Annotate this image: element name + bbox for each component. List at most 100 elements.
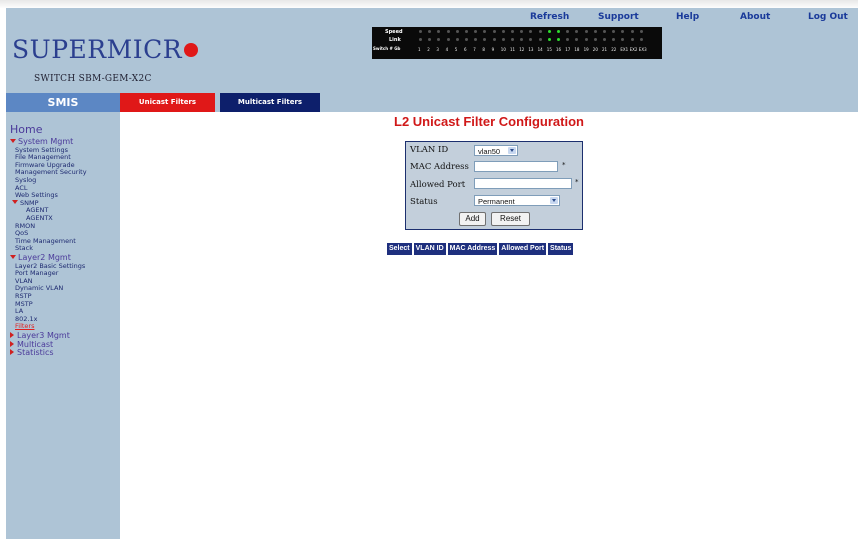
link-led-21 <box>603 38 606 41</box>
link-led-1 <box>419 38 422 41</box>
port-led-panel: Speed Link Switch # Gb 1 2 3 4 5 6 7 8 9 10 11 12 13… <box>372 27 662 59</box>
port-number-label: 21 <box>602 47 608 52</box>
column-header-allowed-port: Allowed Port <box>498 242 548 256</box>
speed-led-18 <box>575 30 579 33</box>
link-led-22 <box>612 38 616 41</box>
tab-unicast-filters[interactable]: Unicast Filters <box>120 93 215 112</box>
speed-led-4 <box>446 30 450 33</box>
link-led-19 <box>584 38 588 41</box>
expand-arrow-icon <box>12 199 18 204</box>
speed-led-6 <box>465 30 468 33</box>
mac-required-mark: * <box>562 161 566 169</box>
speed-led-25 <box>639 30 643 33</box>
link-led-25 <box>639 38 643 41</box>
nav-support[interactable]: Support <box>598 12 639 22</box>
port-required-mark: * <box>575 178 579 186</box>
port-number-label: 22 <box>611 47 617 52</box>
speed-led-5 <box>455 30 459 33</box>
port-number-label: 17 <box>565 47 571 52</box>
link-led-15 <box>547 38 551 41</box>
column-header-vlan-id: VLAN ID <box>412 242 447 256</box>
port-number-label: 10 <box>500 47 506 52</box>
speed-led-20 <box>593 30 597 33</box>
link-led-2 <box>428 38 432 41</box>
collapse-arrow-icon <box>10 340 14 347</box>
link-led-7 <box>474 38 478 41</box>
nav-about[interactable]: About <box>740 12 770 22</box>
link-led-20 <box>593 38 597 41</box>
port-number-label: 18 <box>574 47 580 52</box>
sidebar-item-stack[interactable]: Stack <box>15 244 33 252</box>
speed-led-11 <box>511 30 514 33</box>
chevron-down-icon <box>508 147 516 154</box>
tab-multicast-filters[interactable]: Multicast Filters <box>220 93 320 112</box>
port-number-label: 9 <box>491 47 495 52</box>
port-number-label: 8 <box>482 47 485 52</box>
speed-led-3 <box>437 30 441 33</box>
sidebar-item-statistics[interactable]: Statistics <box>10 348 54 357</box>
port-number-label: 6 <box>464 47 467 52</box>
sidebar-item-filters[interactable]: Filters <box>15 322 34 330</box>
port-number-label: 4 <box>445 47 449 52</box>
speed-led-21 <box>603 30 606 33</box>
allowed-port-label: Allowed Port <box>410 180 466 190</box>
sidebar-item-label: Statistics <box>17 348 54 358</box>
vlan-id-label: VLAN ID <box>410 145 449 155</box>
port-number-label: 19 <box>583 47 589 52</box>
speed-led-17 <box>566 30 570 33</box>
port-number-label: EX1 <box>620 47 629 52</box>
speed-led-2 <box>428 30 432 33</box>
add-button[interactable]: Add <box>459 212 486 226</box>
speed-led-24 <box>630 30 634 33</box>
status-select[interactable]: Permanent <box>474 195 560 206</box>
status-label: Status <box>410 197 438 207</box>
page-title: L2 Unicast Filter Configuration <box>394 114 584 129</box>
sidebar-item-label: Stack <box>15 244 33 253</box>
port-number-label: 5 <box>454 47 458 52</box>
mac-address-input[interactable] <box>474 161 558 172</box>
port-number-label: 12 <box>519 47 525 52</box>
nav-refresh[interactable]: Refresh <box>530 12 569 22</box>
link-led-5 <box>455 38 459 41</box>
nav-logout[interactable]: Log Out <box>808 12 848 22</box>
speed-led-12 <box>520 30 524 33</box>
speed-led-14 <box>538 30 542 33</box>
speed-led-1 <box>419 30 422 33</box>
brand-logo: SUPERMICR <box>12 35 199 64</box>
speed-led-9 <box>492 30 496 33</box>
link-led-12 <box>520 38 524 41</box>
link-led-6 <box>465 38 468 41</box>
speed-led-19 <box>584 30 588 33</box>
port-number-label: 7 <box>473 47 476 52</box>
speed-led-13 <box>529 30 533 33</box>
link-led-24 <box>630 38 634 41</box>
link-led-4 <box>446 38 450 41</box>
sidebar-home[interactable]: Home <box>10 123 42 136</box>
speed-led-7 <box>474 30 478 33</box>
switch-label: Switch # Gb <box>373 46 401 51</box>
collapse-arrow-icon <box>10 349 14 356</box>
port-number-label: 2 <box>427 47 430 52</box>
logo-dot-icon <box>184 43 199 57</box>
nav-help[interactable]: Help <box>676 12 699 22</box>
filter-form: VLAN ID vlan50 MAC Address * Allowed Por… <box>405 141 583 230</box>
port-number-label: 15 <box>546 47 552 52</box>
reset-button[interactable]: Reset <box>491 212 530 226</box>
speed-led-15 <box>547 30 551 33</box>
allowed-port-input[interactable] <box>474 178 572 189</box>
port-number-label: 3 <box>436 47 439 52</box>
link-led-16 <box>557 38 560 41</box>
window-top-strip <box>0 0 858 8</box>
link-led-14 <box>538 38 542 41</box>
column-header-status: Status <box>547 242 575 256</box>
link-led-11 <box>511 38 514 41</box>
speed-led-23 <box>621 30 625 33</box>
port-number-label: 1 <box>418 47 421 52</box>
link-led-18 <box>575 38 579 41</box>
switch-model: SWITCH SBM-GEM-X2C <box>34 74 152 84</box>
link-led-8 <box>483 38 487 41</box>
column-header-mac-address: MAC Address <box>446 242 499 256</box>
port-number-label: EX2 <box>629 47 638 52</box>
mac-address-label: MAC Address <box>410 162 469 172</box>
vlan-id-select[interactable]: vlan50 <box>474 145 518 156</box>
